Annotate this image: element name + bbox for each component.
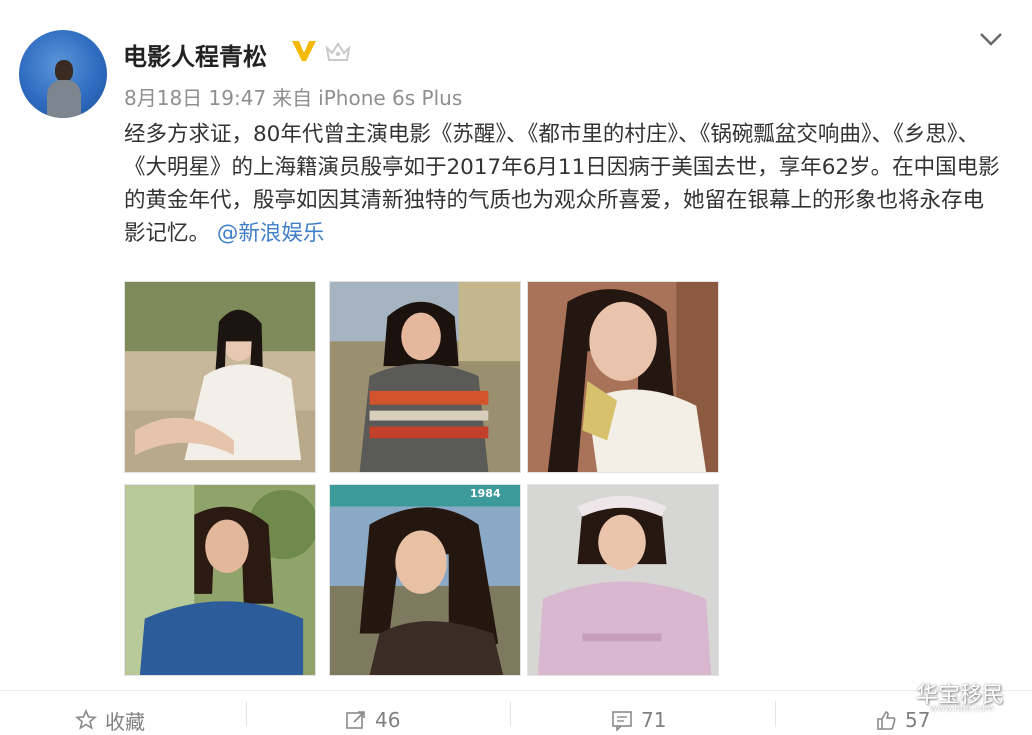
magazine-year-label: 1984 <box>470 487 501 500</box>
mention-link[interactable]: @新浪娱乐 <box>217 221 325 246</box>
favorite-label: 收藏 <box>105 709 145 734</box>
gallery-photo-2[interactable] <box>329 281 521 473</box>
action-divider <box>246 701 247 727</box>
avatar[interactable] <box>19 30 107 118</box>
photo-gallery: 1984 <box>124 281 719 676</box>
post-content: 经多方求证，80年代曾主演电影《苏醒》、《都市里的村庄》、《锅碗瓢盆交响曲》、《… <box>124 118 1004 250</box>
post-meta: 8月18日 19:47 来自 iPhone 6s Plus <box>124 82 468 111</box>
avatar-figure-body <box>47 80 81 118</box>
post-time[interactable]: 8月18日 19:47 <box>124 86 266 110</box>
gallery-photo-1[interactable] <box>124 281 316 473</box>
watermark-url: www.hb8.com <box>930 704 994 714</box>
source-prefix: 来自 <box>272 86 313 110</box>
gallery-photo-5[interactable]: 1984 <box>329 484 521 676</box>
repost-icon <box>346 711 365 729</box>
action-divider <box>510 701 511 727</box>
comment-count: 71 <box>641 708 667 732</box>
gallery-photo-6[interactable] <box>527 484 719 676</box>
like-count: 57 <box>905 708 931 732</box>
comment-icon <box>612 711 632 731</box>
verified-v-icon <box>292 41 316 61</box>
thumbs-up-icon <box>877 711 896 730</box>
repost-count: 46 <box>375 708 401 732</box>
author-name[interactable]: 电影人程青松 <box>123 37 267 72</box>
crown-icon[interactable] <box>324 40 352 64</box>
source-device: iPhone 6s Plus <box>318 86 463 110</box>
action-divider <box>775 701 776 727</box>
weibo-post: 电影人程青松 8月18日 19:47 来自 iPhone 6s Plus 经多方求证… <box>0 0 1032 734</box>
star-icon <box>75 709 97 730</box>
gallery-photo-4[interactable] <box>124 484 316 676</box>
action-bar: 收藏 46 71 57 <box>0 690 1032 734</box>
avatar-figure-head <box>55 60 73 82</box>
chevron-down-icon[interactable] <box>978 30 1004 48</box>
gallery-photo-3[interactable] <box>527 281 719 473</box>
